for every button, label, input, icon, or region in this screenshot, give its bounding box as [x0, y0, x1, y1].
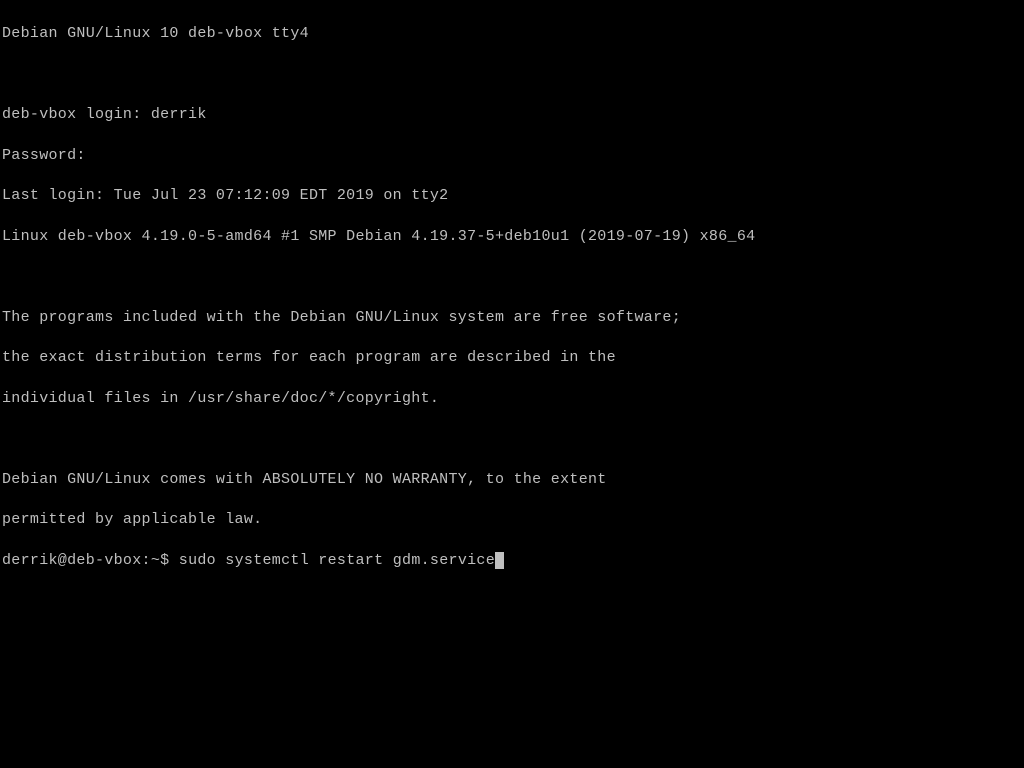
blank-line-3: [2, 429, 1022, 449]
password-line: Password:: [2, 146, 1022, 166]
command-text[interactable]: sudo systemctl restart gdm.service: [179, 552, 495, 569]
terminal-output[interactable]: Debian GNU/Linux 10 deb-vbox tty4 deb-vb…: [2, 4, 1022, 591]
blank-line-2: [2, 267, 1022, 287]
login-prompt-text: deb-vbox login:: [2, 106, 151, 123]
kernel-line: Linux deb-vbox 4.19.0-5-amd64 #1 SMP Deb…: [2, 227, 1022, 247]
prompt-colon: :: [142, 552, 151, 569]
last-login-line: Last login: Tue Jul 23 07:12:09 EDT 2019…: [2, 186, 1022, 206]
prompt-path: ~: [151, 552, 160, 569]
motd-line-5: permitted by applicable law.: [2, 510, 1022, 530]
motd-line-1: The programs included with the Debian GN…: [2, 308, 1022, 328]
motd-line-3: individual files in /usr/share/doc/*/cop…: [2, 389, 1022, 409]
motd-line-4: Debian GNU/Linux comes with ABSOLUTELY N…: [2, 470, 1022, 490]
shell-prompt-line[interactable]: derrik@deb-vbox:~$ sudo systemctl restar…: [2, 551, 1022, 571]
tty-banner: Debian GNU/Linux 10 deb-vbox tty4: [2, 24, 1022, 44]
blank-line: [2, 65, 1022, 85]
cursor-block-icon: [495, 552, 504, 569]
prompt-space: [169, 552, 178, 569]
login-line: deb-vbox login: derrik: [2, 105, 1022, 125]
login-username: derrik: [151, 106, 207, 123]
prompt-user-host: derrik@deb-vbox: [2, 552, 142, 569]
motd-line-2: the exact distribution terms for each pr…: [2, 348, 1022, 368]
